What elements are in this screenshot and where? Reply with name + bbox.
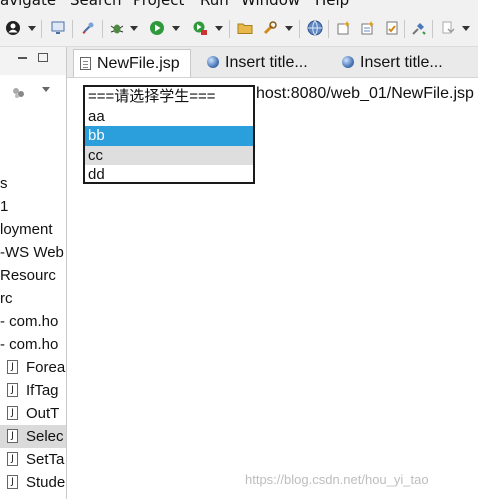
toolbar-separator <box>72 20 73 38</box>
java-file-icon: J <box>7 406 18 420</box>
wrench-icon[interactable] <box>262 20 278 36</box>
tree-item[interactable]: - com.ho <box>0 333 66 356</box>
package-explorer-panel: s 1 loyment -WS Web Resourc rc - com.ho … <box>0 47 67 499</box>
folder-icon[interactable] <box>237 20 253 36</box>
bug-icon[interactable] <box>109 20 125 36</box>
tree-item[interactable]: Resourc <box>0 264 66 287</box>
select-option-aa[interactable]: aa <box>85 107 253 127</box>
menu-help[interactable]: Help <box>315 0 349 9</box>
chevron-down-icon[interactable] <box>285 26 293 31</box>
menu-search[interactable]: Search <box>70 0 122 9</box>
select-option-dd[interactable]: dd <box>85 165 253 182</box>
nav-back-icon[interactable] <box>440 20 456 36</box>
globe-icon[interactable] <box>307 20 323 36</box>
panel-header <box>0 47 66 75</box>
tree-item[interactable]: - com.ho <box>0 310 66 333</box>
tree-item[interactable]: J SetTa <box>0 448 66 471</box>
jsp-file-icon <box>80 57 91 70</box>
link-editor-icon[interactable] <box>12 84 26 98</box>
toolbar-separator <box>229 20 230 38</box>
external-run-icon[interactable] <box>192 20 208 36</box>
maximize-icon[interactable] <box>38 53 48 62</box>
url-address[interactable]: host:8080/web_01/NewFile.jsp <box>256 85 474 103</box>
tree-item[interactable]: rc <box>0 287 66 310</box>
person-icon[interactable] <box>5 20 21 36</box>
tree-item[interactable]: s <box>0 172 66 195</box>
run-icon[interactable] <box>149 20 165 36</box>
menu-window[interactable]: Window <box>241 0 300 9</box>
globe-icon <box>207 56 219 68</box>
minimize-icon[interactable] <box>18 57 27 59</box>
tab-newfile-jsp[interactable]: NewFile.jsp <box>73 49 191 77</box>
java-file-icon: J <box>7 360 18 374</box>
tree-item[interactable]: J OutT <box>0 402 66 425</box>
toolbar-separator <box>328 20 329 38</box>
tree-item[interactable]: J IfTag <box>0 379 66 402</box>
view-menu-icon[interactable] <box>42 87 50 92</box>
tree-item[interactable]: -WS Web <box>0 241 66 264</box>
chevron-down-icon[interactable] <box>28 26 36 31</box>
select-option-placeholder[interactable]: ===请选择学生=== <box>85 87 253 107</box>
chevron-down-icon[interactable] <box>172 26 180 31</box>
chevron-down-icon[interactable] <box>462 26 470 31</box>
tree-item[interactable]: 1 <box>0 195 66 218</box>
menu-project[interactable]: Project <box>133 0 184 9</box>
tree-item[interactable]: loyment <box>0 218 66 241</box>
toolbar-separator <box>41 20 42 38</box>
tree-item-selected[interactable]: J Selec <box>0 425 66 448</box>
java-file-icon: J <box>7 383 18 397</box>
toolbar-separator <box>102 20 103 38</box>
tree-item[interactable]: J Forea <box>0 356 66 379</box>
chevron-down-icon[interactable] <box>215 26 223 31</box>
select-option-bb[interactable]: bb <box>85 126 253 146</box>
editor-tab-bar: NewFile.jsp Insert title... Insert title… <box>67 47 478 78</box>
java-file-icon: J <box>7 475 18 489</box>
toolbar-separator <box>404 20 405 38</box>
menu-run[interactable]: Run <box>200 0 229 9</box>
new-item-icon[interactable] <box>384 20 400 36</box>
chevron-down-icon[interactable] <box>130 26 138 31</box>
tab-insert-title-2[interactable]: Insert title... <box>342 49 470 77</box>
select-option-cc[interactable]: cc <box>85 145 253 165</box>
tree-item[interactable]: J Stude <box>0 471 66 494</box>
toolbar-separator <box>299 20 300 38</box>
student-select-dropdown[interactable]: ===请选择学生=== aa bb cc dd <box>83 85 255 184</box>
menu-navigate[interactable]: avigate <box>0 0 56 9</box>
toolbar-separator <box>432 20 433 38</box>
monitor-icon[interactable] <box>50 20 66 36</box>
new-class-icon[interactable] <box>336 20 352 36</box>
tab-insert-title-1[interactable]: Insert title... <box>207 49 335 77</box>
new-package-icon[interactable] <box>360 20 376 36</box>
java-file-icon: J <box>7 452 18 466</box>
pin-icon[interactable] <box>80 20 96 36</box>
globe-icon <box>342 56 354 68</box>
menu-bar: avigate Search Project Run Window Help <box>0 0 478 12</box>
java-file-icon: J <box>7 429 18 443</box>
tasks-icon[interactable] <box>411 20 427 36</box>
toolbar <box>0 12 478 47</box>
watermark: https://blog.csdn.net/hou_yi_tao <box>245 472 429 487</box>
